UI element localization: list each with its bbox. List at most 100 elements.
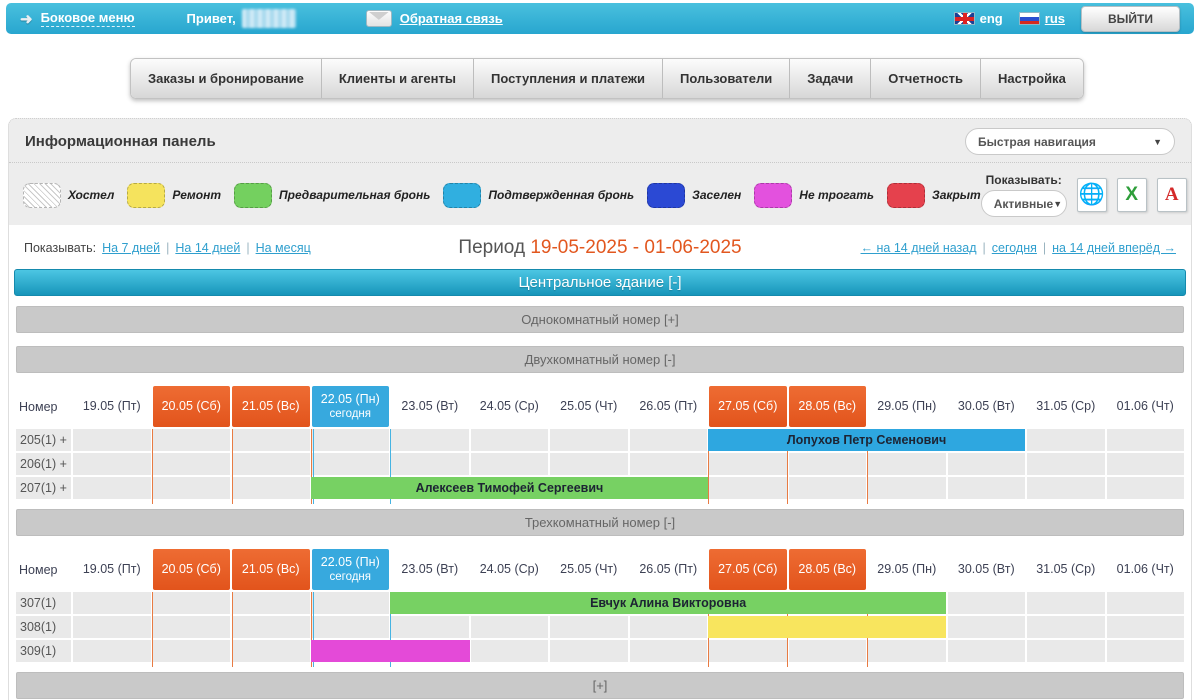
- day-cell[interactable]: [1027, 640, 1105, 662]
- day-cell[interactable]: [630, 453, 708, 475]
- day-cell[interactable]: [789, 640, 867, 662]
- day-cell[interactable]: [1107, 616, 1185, 638]
- day-cell[interactable]: [709, 453, 787, 475]
- range-14-days-link[interactable]: На 14 дней: [175, 241, 240, 255]
- day-cell[interactable]: [789, 453, 867, 475]
- day-cell[interactable]: [1107, 592, 1185, 614]
- range-7-days-link[interactable]: На 7 дней: [102, 241, 160, 255]
- day-cell[interactable]: [471, 453, 549, 475]
- single-room-section-toggle[interactable]: Однокомнатный номер [+]: [16, 306, 1184, 333]
- day-cell[interactable]: [391, 616, 469, 638]
- pdf-export-icon[interactable]: A: [1157, 178, 1187, 212]
- day-cell[interactable]: [232, 592, 310, 614]
- feedback-link[interactable]: Обратная связь: [400, 11, 503, 26]
- day-cell[interactable]: [312, 592, 390, 614]
- active-filter-select[interactable]: Активные ▼: [981, 190, 1067, 217]
- side-menu-link[interactable]: Боковое меню: [41, 10, 135, 27]
- booking-bar-repair[interactable]: [708, 616, 946, 638]
- html-export-icon[interactable]: 🌐: [1077, 178, 1107, 212]
- day-cell[interactable]: [153, 453, 231, 475]
- day-cell[interactable]: [73, 616, 151, 638]
- tab-payments[interactable]: Поступления и платежи: [474, 59, 663, 98]
- day-cell[interactable]: [948, 616, 1026, 638]
- building-section-toggle[interactable]: Центральное здание [-]: [14, 269, 1186, 296]
- day-cell[interactable]: [550, 616, 628, 638]
- day-cell[interactable]: [948, 592, 1026, 614]
- day-cell[interactable]: [550, 429, 628, 451]
- day-cell[interactable]: [1027, 592, 1105, 614]
- booking-bar-notouch[interactable]: [311, 640, 470, 662]
- excel-export-icon[interactable]: X: [1117, 178, 1147, 212]
- day-cell[interactable]: [153, 477, 231, 499]
- day-cell[interactable]: [73, 640, 151, 662]
- day-cell[interactable]: [630, 640, 708, 662]
- triple-room-section-toggle[interactable]: Трехкомнатный номер [-]: [16, 509, 1184, 536]
- day-cell[interactable]: [471, 640, 549, 662]
- tab-clients[interactable]: Клиенты и агенты: [322, 59, 474, 98]
- day-cell[interactable]: [232, 616, 310, 638]
- lang-eng[interactable]: eng: [954, 11, 1003, 26]
- day-cell[interactable]: [868, 477, 946, 499]
- day-cell[interactable]: [471, 429, 549, 451]
- day-cell[interactable]: [709, 640, 787, 662]
- day-cell[interactable]: [1027, 453, 1105, 475]
- day-cell[interactable]: [312, 453, 390, 475]
- day-cell[interactable]: [232, 477, 310, 499]
- day-cell[interactable]: [232, 429, 310, 451]
- day-cell[interactable]: [471, 616, 549, 638]
- tab-settings[interactable]: Настройка: [981, 59, 1083, 98]
- day-cell[interactable]: [1107, 477, 1185, 499]
- day-cell[interactable]: [709, 477, 787, 499]
- day-cell[interactable]: [73, 453, 151, 475]
- day-cell[interactable]: [550, 640, 628, 662]
- room-label[interactable]: 307(1): [16, 592, 71, 614]
- day-cell[interactable]: [1107, 640, 1185, 662]
- tab-tasks[interactable]: Задачи: [790, 59, 871, 98]
- day-cell[interactable]: [73, 429, 151, 451]
- day-cell[interactable]: [312, 429, 390, 451]
- booking-bar-prelim[interactable]: Евчук Алина Викторовна: [390, 592, 946, 614]
- tab-reports[interactable]: Отчетность: [871, 59, 981, 98]
- day-cell[interactable]: [153, 592, 231, 614]
- day-cell[interactable]: [1027, 616, 1105, 638]
- day-cell[interactable]: [73, 477, 151, 499]
- period-today-link[interactable]: сегодня: [992, 241, 1037, 255]
- day-cell[interactable]: [1027, 429, 1105, 451]
- day-cell[interactable]: [1107, 453, 1185, 475]
- tab-orders[interactable]: Заказы и бронирование: [131, 59, 322, 98]
- logout-button[interactable]: выйти: [1081, 6, 1180, 32]
- booking-bar-confirmed[interactable]: Лопухов Петр Семенович: [708, 429, 1025, 451]
- double-room-section-toggle[interactable]: Двухкомнатный номер [-]: [16, 346, 1184, 373]
- day-cell[interactable]: [630, 616, 708, 638]
- day-cell[interactable]: [868, 640, 946, 662]
- room-label[interactable]: 206(1) +: [16, 453, 71, 475]
- day-cell[interactable]: [153, 616, 231, 638]
- room-label[interactable]: 205(1) +: [16, 429, 71, 451]
- day-cell[interactable]: [789, 477, 867, 499]
- day-cell[interactable]: [153, 640, 231, 662]
- booking-bar-prelim[interactable]: Алексеев Тимофей Сергеевич: [311, 477, 708, 499]
- day-cell[interactable]: [391, 429, 469, 451]
- day-cell[interactable]: [1107, 429, 1185, 451]
- more-sections-toggle[interactable]: [+]: [16, 672, 1184, 699]
- day-cell[interactable]: [1027, 477, 1105, 499]
- room-label[interactable]: 308(1): [16, 616, 71, 638]
- day-cell[interactable]: [232, 453, 310, 475]
- day-cell[interactable]: [153, 429, 231, 451]
- period-back-link[interactable]: ← на 14 дней назад: [861, 241, 977, 255]
- day-cell[interactable]: [312, 616, 390, 638]
- range-month-link[interactable]: На месяц: [256, 241, 311, 255]
- day-cell[interactable]: [948, 453, 1026, 475]
- day-cell[interactable]: [948, 477, 1026, 499]
- day-cell[interactable]: [550, 453, 628, 475]
- day-cell[interactable]: [868, 453, 946, 475]
- period-forward-link[interactable]: на 14 дней вперёд →: [1052, 241, 1176, 255]
- tab-users[interactable]: Пользователи: [663, 59, 790, 98]
- day-cell[interactable]: [391, 453, 469, 475]
- day-cell[interactable]: [73, 592, 151, 614]
- day-cell[interactable]: [630, 429, 708, 451]
- room-label[interactable]: 207(1) +: [16, 477, 71, 499]
- day-cell[interactable]: [948, 640, 1026, 662]
- room-label[interactable]: 309(1): [16, 640, 71, 662]
- quick-nav-select[interactable]: Быстрая навигация ▼: [965, 128, 1175, 155]
